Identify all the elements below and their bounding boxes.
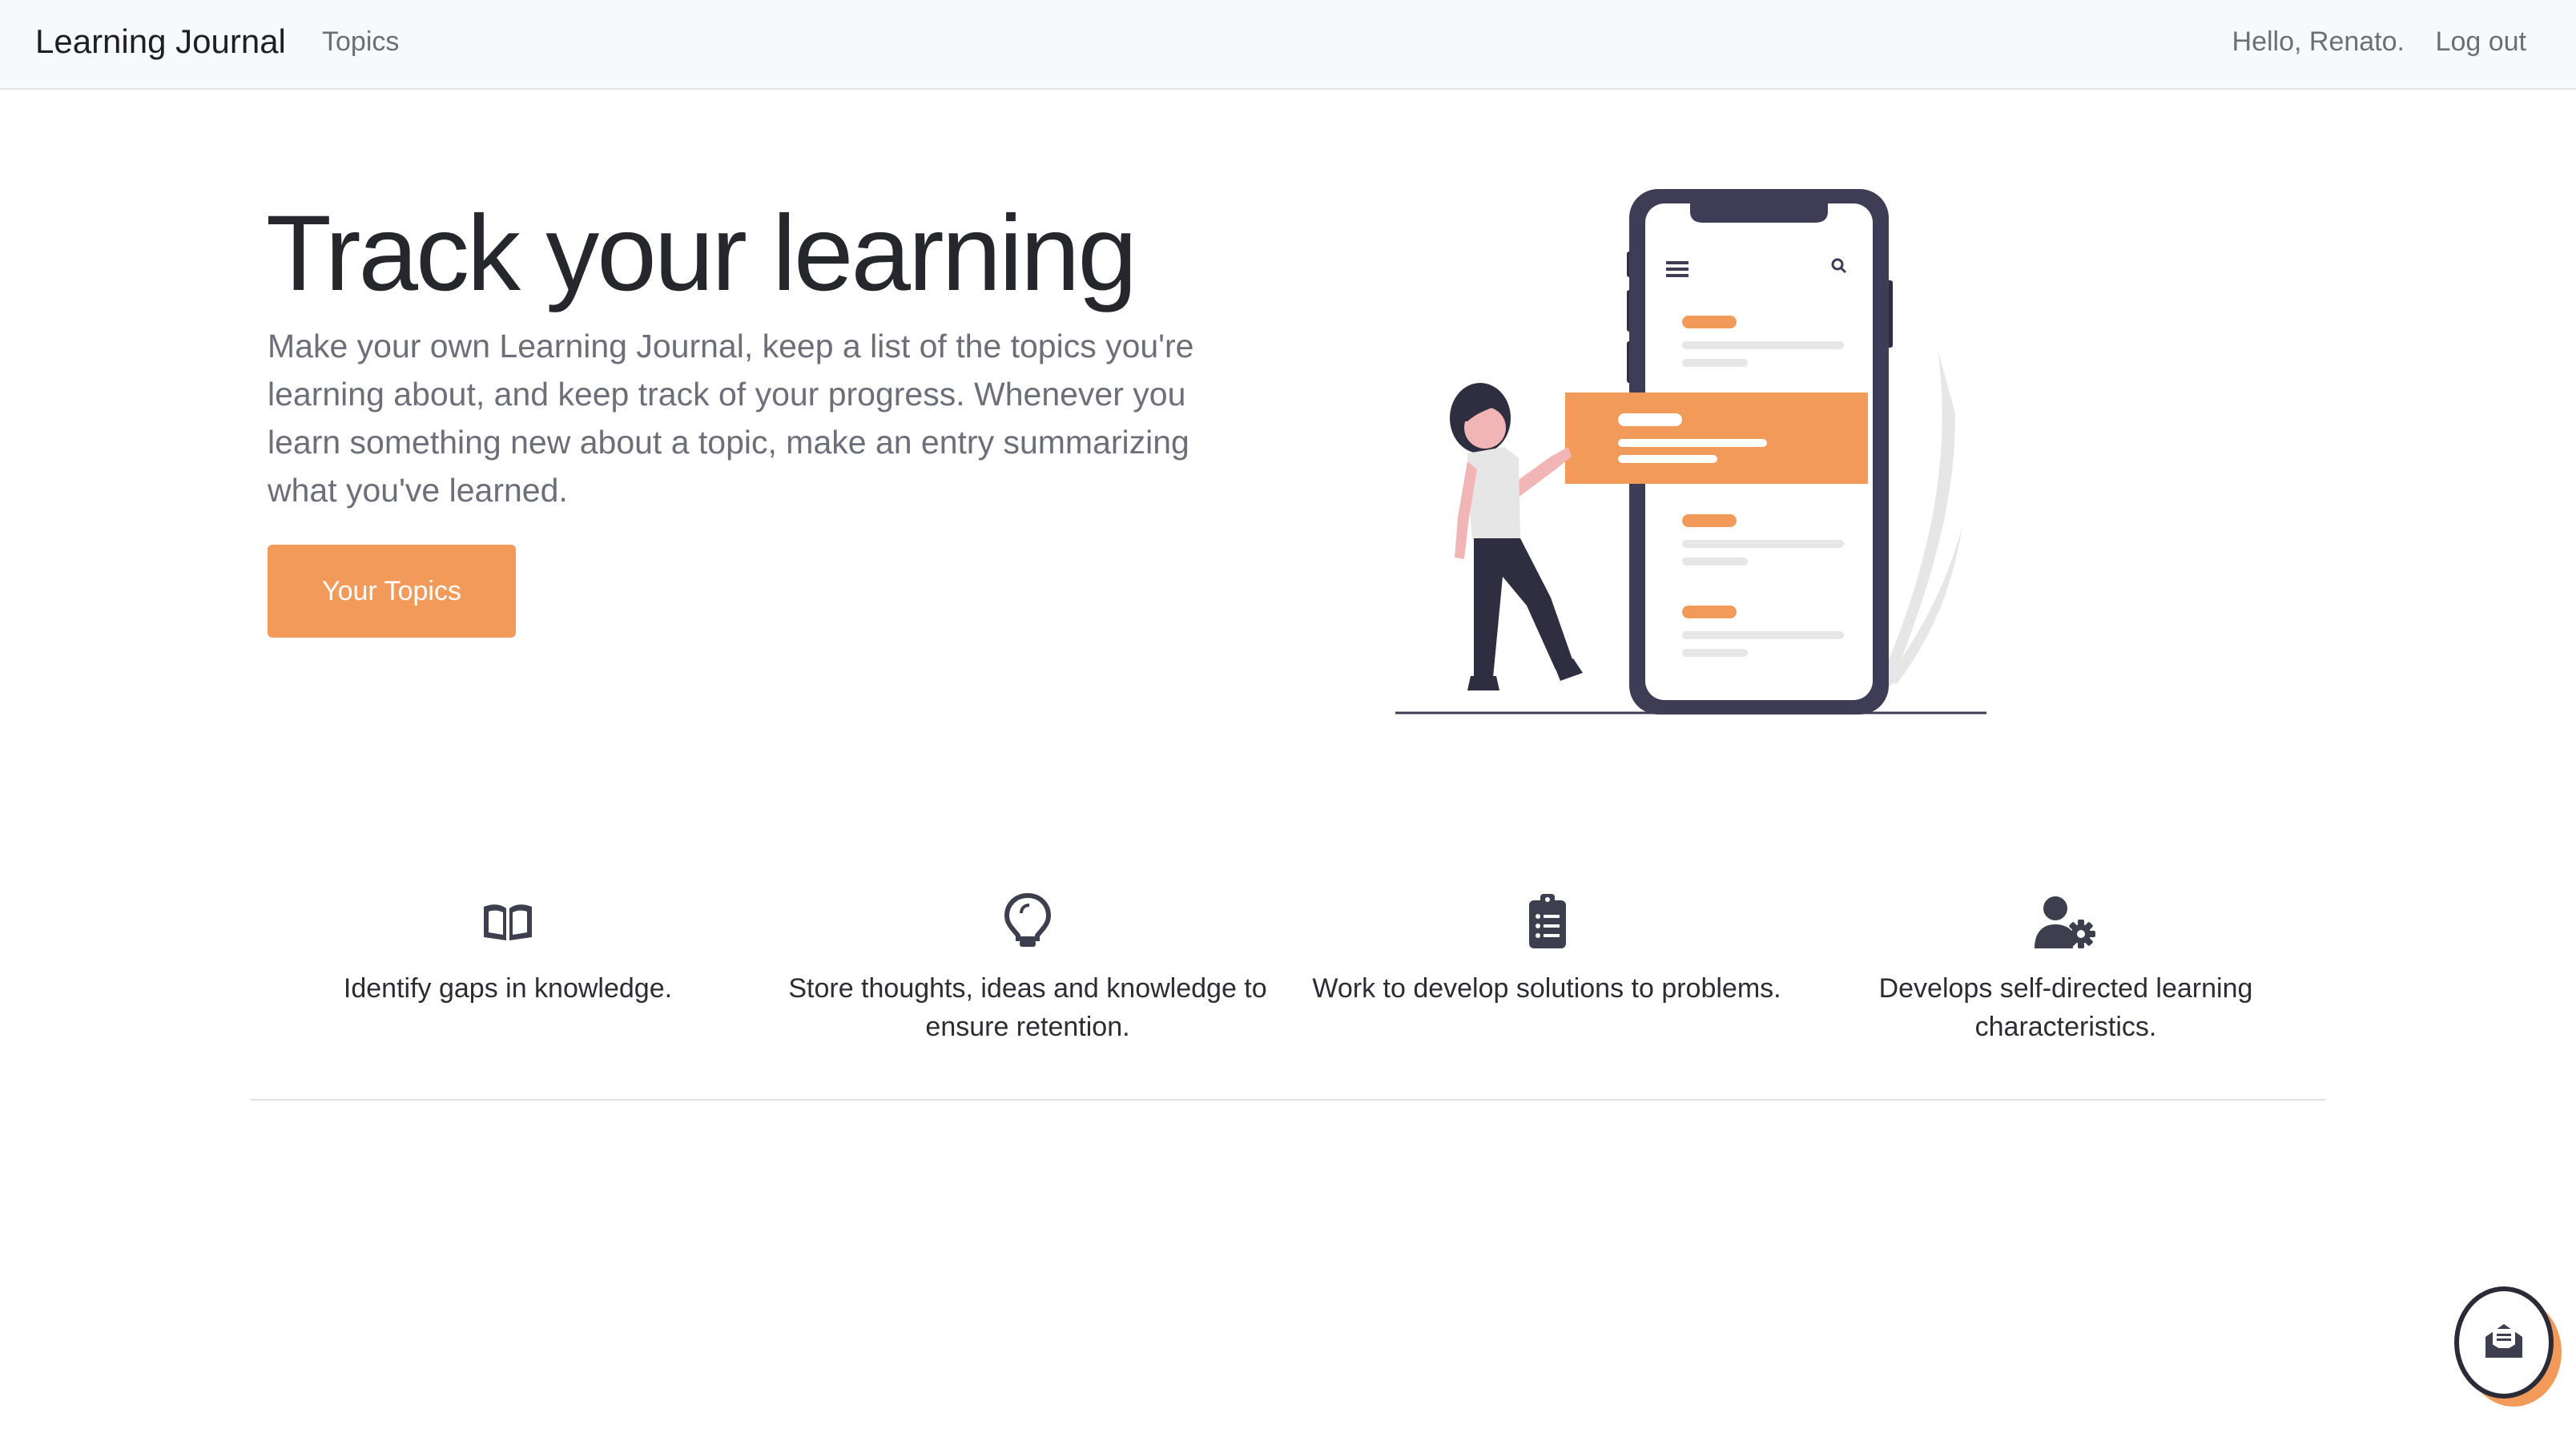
lightbulb-icon: [771, 891, 1284, 952]
chat-fab-button[interactable]: [2454, 1286, 2554, 1399]
section-divider: [250, 1099, 2326, 1101]
feature-text: Work to develop solutions to problems.: [1312, 973, 1781, 1004]
clipboard-list-icon: [1290, 891, 1803, 952]
user-greeting: Hello, Renato.: [2232, 26, 2405, 57]
feature-text: Store thoughts, ideas and knowledge to e…: [788, 973, 1267, 1042]
hero-description: Make your own Learning Journal, keep a l…: [268, 328, 1194, 509]
brand-link[interactable]: Learning Journal: [35, 19, 286, 64]
feature-store-thoughts: Store thoughts, ideas and knowledge to e…: [771, 891, 1284, 1046]
your-topics-button[interactable]: Your Topics: [268, 545, 516, 638]
feature-text: Identify gaps in knowledge.: [343, 973, 673, 1004]
feature-self-directed: Develops self-directed learning characte…: [1809, 891, 2322, 1046]
open-book-icon: [252, 891, 764, 952]
nav-topics-link[interactable]: Topics: [322, 24, 399, 59]
top-navbar: Learning Journal Topics Hello, Renato. L…: [0, 0, 2576, 90]
person-with-phone-illustration: [1395, 189, 1986, 714]
feature-develop-solutions: Work to develop solutions to problems.: [1290, 891, 1803, 1008]
feature-identify-gaps: Identify gaps in knowledge.: [252, 891, 764, 1008]
feature-text: Develops self-directed learning characte…: [1878, 973, 2253, 1042]
envelope-open-icon: [2482, 1321, 2526, 1365]
hero-title: Track your learning: [266, 194, 1137, 313]
hero-illustration: [1391, 181, 1999, 730]
user-gear-icon: [1809, 891, 2322, 952]
logout-link[interactable]: Log out: [2436, 24, 2526, 59]
